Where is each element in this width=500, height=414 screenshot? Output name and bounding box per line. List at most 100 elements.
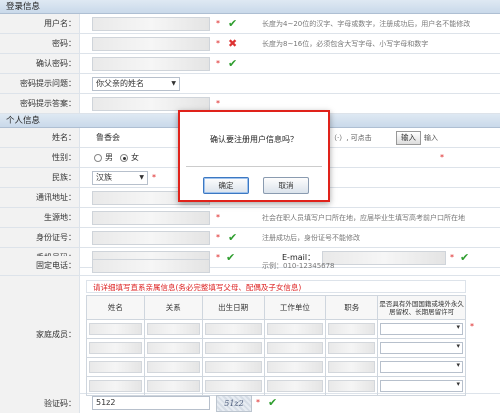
required-mark: *: [216, 59, 220, 68]
family-employer-input[interactable]: [266, 342, 324, 354]
family-relation-input[interactable]: [146, 380, 200, 392]
username-row: 用户名： * ✔ 长度为4~20位的汉字、字母或数字，注册成功后，用户名不能修改: [0, 14, 500, 34]
family-col-name: 姓名: [86, 295, 145, 320]
username-hint: 长度为4~20位的汉字、字母或数字，注册成功后，用户名不能修改: [262, 20, 471, 28]
name-hint-right: 输入: [424, 134, 438, 142]
birthplace-input[interactable]: [92, 211, 210, 225]
family-position-input[interactable]: [328, 342, 376, 354]
family-relation-input[interactable]: [146, 323, 200, 335]
birthplace-label: 生源地：: [0, 208, 80, 227]
password-row: 密码： * ✖ 长度为8~16位，必须包含大写字母、小写字母和数字: [0, 34, 500, 54]
login-section-header: 登录信息: [0, 0, 500, 14]
family-foreign-select[interactable]: [380, 361, 463, 373]
table-row: [86, 376, 466, 396]
gender-male-radio[interactable]: [94, 154, 102, 162]
family-relation-input[interactable]: [146, 361, 200, 373]
username-input[interactable]: [92, 17, 210, 31]
family-name-input[interactable]: [89, 342, 142, 354]
gender-female-radio[interactable]: [120, 154, 128, 162]
family-name-input[interactable]: [89, 380, 142, 392]
ethnicity-label: 民族：: [0, 168, 80, 187]
confirm-password-row: 确认密码： * ✔: [0, 54, 500, 74]
required-mark: *: [216, 213, 220, 222]
id-number-hint: 注册成功后，身份证号不能修改: [262, 234, 360, 242]
check-icon: ✔: [228, 17, 238, 30]
table-row: [86, 338, 466, 358]
id-number-row: 身份证号： * ✔ 注册成功后，身份证号不能修改: [0, 228, 500, 248]
question-select[interactable]: 你父亲的姓名 ▼: [92, 77, 180, 91]
chevron-down-icon: ▼: [139, 174, 144, 181]
password-label: 密码：: [0, 34, 80, 53]
confirm-password-input[interactable]: [92, 57, 210, 71]
family-position-input[interactable]: [328, 323, 376, 335]
login-section-title: 登录信息: [6, 2, 41, 12]
family-label: 家庭成员：: [0, 276, 80, 394]
captcha-input[interactable]: 51z2: [92, 396, 210, 410]
id-number-input[interactable]: [92, 231, 210, 245]
phone-example: 示例：010-12345678: [262, 262, 335, 270]
family-position-input[interactable]: [328, 361, 376, 373]
question-value: 你父亲的姓名: [96, 79, 144, 88]
required-mark: *: [256, 398, 260, 407]
check-icon: ✔: [228, 57, 238, 70]
family-birthdate-input[interactable]: [204, 323, 262, 335]
family-col-foreign: 是否具有外国国籍或境外永久居留权、长期居留许可: [377, 295, 466, 320]
required-mark: *: [216, 233, 220, 242]
family-block: 家庭成员： 请详细填写直系亲属信息(务必完整填写父母、配偶及子女信息) 姓名 关…: [0, 276, 500, 396]
ethnicity-select[interactable]: 汉族 ▼: [92, 171, 148, 185]
required-mark: *: [216, 39, 220, 48]
family-foreign-select[interactable]: [380, 323, 463, 335]
confirm-dialog: 确认要注册用户信息吗？ 确定 取消: [178, 110, 330, 202]
dialog-divider: [186, 166, 322, 167]
captcha-label: 验证码：: [0, 394, 80, 413]
birthplace-hint: 社会在职人员填写户口所在地，应届毕业生填写高考前户口所在地: [262, 214, 465, 222]
chevron-down-icon: ▼: [171, 80, 176, 87]
gender-male-label: 男: [105, 153, 113, 162]
phone-row: 固定电话： 示例：010-12345678: [0, 256, 500, 276]
family-note: 请详细填写直系亲属信息(务必完整填写父母、配偶及子女信息): [86, 280, 466, 293]
cross-icon: ✖: [228, 37, 238, 50]
input-button[interactable]: 输入: [396, 131, 421, 145]
required-mark: *: [440, 153, 444, 162]
confirm-password-label: 确认密码：: [0, 54, 80, 73]
address-label: 通讯地址：: [0, 188, 80, 207]
cancel-button[interactable]: 取消: [263, 177, 309, 194]
check-icon: ✔: [268, 396, 278, 409]
check-icon: ✔: [228, 231, 238, 244]
captcha-image[interactable]: 51z2: [216, 395, 252, 412]
required-mark: *: [470, 322, 474, 331]
name-label: 姓名：: [0, 128, 80, 147]
password-input[interactable]: [92, 37, 210, 51]
family-employer-input[interactable]: [266, 380, 324, 392]
phone-label: 固定电话：: [0, 256, 80, 275]
dialog-message: 确认要注册用户信息吗？: [210, 135, 298, 144]
answer-input[interactable]: [92, 97, 210, 111]
personal-section-title: 个人信息: [6, 116, 41, 126]
id-number-label: 身份证号：: [0, 228, 80, 247]
table-row: [86, 319, 466, 339]
confirm-button[interactable]: 确定: [203, 177, 249, 194]
family-employer-input[interactable]: [266, 361, 324, 373]
family-position-input[interactable]: [328, 380, 376, 392]
required-mark: *: [152, 173, 156, 182]
family-relation-input[interactable]: [146, 342, 200, 354]
family-birthdate-input[interactable]: [204, 361, 262, 373]
family-table: 姓名 关系 出生日期 工作单位 职务 是否具有外国国籍或境外永久居留权、长期居留…: [86, 295, 466, 396]
family-col-birthdate: 出生日期: [201, 295, 265, 320]
question-row: 密码提示问题： 你父亲的姓名 ▼: [0, 74, 500, 94]
family-birthdate-input[interactable]: [204, 342, 262, 354]
family-birthdate-input[interactable]: [204, 380, 262, 392]
gender-label: 性别：: [0, 148, 80, 167]
family-col-position: 职务: [325, 295, 379, 320]
family-employer-input[interactable]: [266, 323, 324, 335]
password-hint: 长度为8~16位，必须包含大写字母、小写字母和数字: [262, 40, 429, 48]
family-foreign-select[interactable]: [380, 342, 463, 354]
family-foreign-select[interactable]: [380, 380, 463, 392]
question-label: 密码提示问题：: [0, 74, 80, 93]
family-col-employer: 工作单位: [263, 295, 327, 320]
family-name-input[interactable]: [89, 361, 142, 373]
phone-input[interactable]: [92, 259, 210, 273]
family-name-input[interactable]: [89, 323, 142, 335]
family-col-relation: 关系: [143, 295, 203, 320]
required-mark: *: [216, 19, 220, 28]
